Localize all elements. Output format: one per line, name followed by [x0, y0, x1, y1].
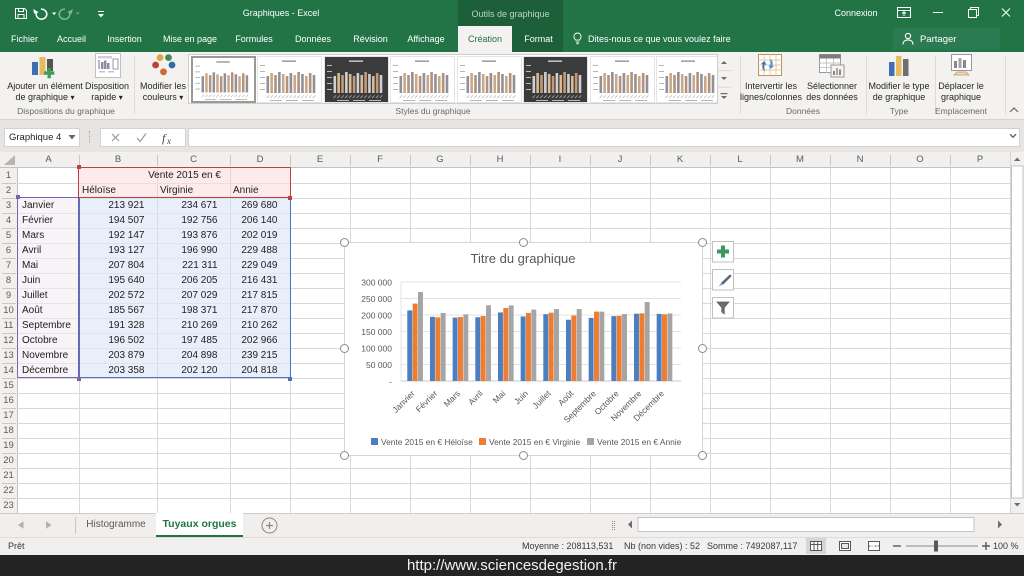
svg-text:Avril: Avril — [466, 388, 485, 407]
svg-text:Février: Février — [414, 388, 440, 414]
svg-text:50 000: 50 000 — [366, 360, 392, 370]
svg-text:250 000: 250 000 — [361, 294, 392, 304]
svg-text:Titre du graphique: Titre du graphique — [470, 251, 575, 266]
svg-text:Vente 2015 en € Héloïse: Vente 2015 en € Héloïse — [381, 437, 473, 447]
svg-text:Mars: Mars — [442, 388, 462, 408]
svg-text:Vente 2015 en € Annie: Vente 2015 en € Annie — [597, 437, 682, 447]
svg-text:x: x — [166, 136, 171, 146]
svg-text:Juin: Juin — [512, 388, 530, 406]
svg-text:150 000: 150 000 — [361, 327, 392, 337]
svg-text:300 000: 300 000 — [361, 278, 392, 288]
svg-text:Mai: Mai — [491, 388, 508, 405]
svg-text:100 000: 100 000 — [361, 344, 392, 354]
svg-text:Juillet: Juillet — [530, 388, 553, 411]
svg-text:Vente 2015 en € Virginie: Vente 2015 en € Virginie — [489, 437, 580, 447]
svg-text:-: - — [389, 377, 392, 387]
svg-text:200 000: 200 000 — [361, 311, 392, 321]
svg-text:Août: Août — [556, 388, 576, 408]
svg-text:Janvier: Janvier — [390, 388, 417, 415]
